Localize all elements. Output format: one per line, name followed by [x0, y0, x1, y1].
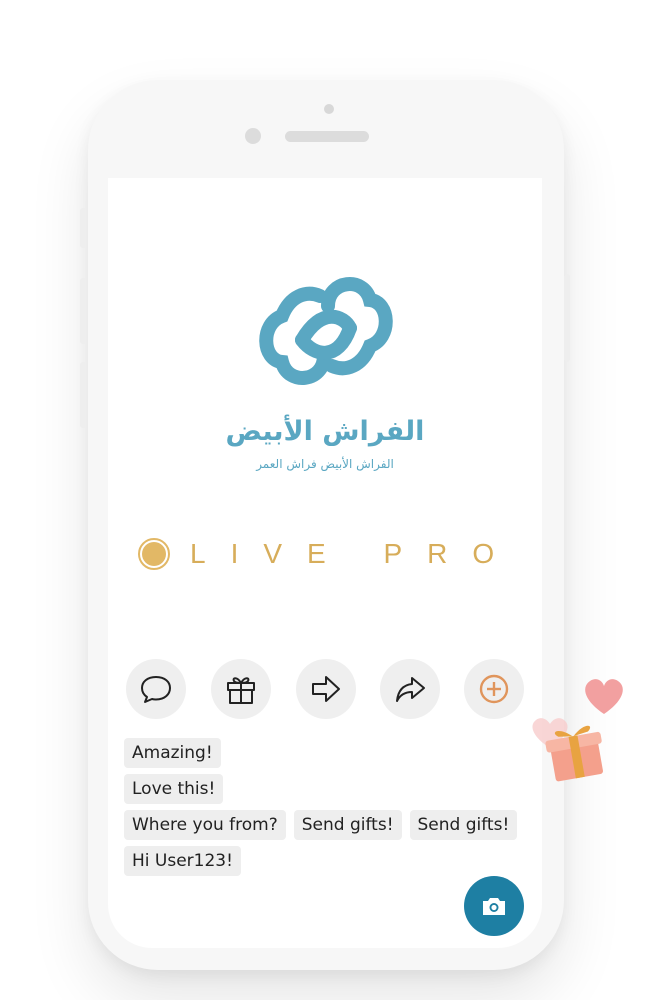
- share-button[interactable]: [380, 659, 440, 719]
- phone-screen: الفراش الأبيض الفراش الأبيض فراش العمر L…: [108, 178, 542, 948]
- chat-feed: Amazing! Love this! Where you from? Send…: [124, 738, 534, 882]
- live-indicator-icon: [138, 538, 170, 570]
- share-icon: [396, 677, 425, 702]
- reaction-decorations: [532, 679, 623, 782]
- volume-button: [80, 208, 86, 248]
- camera-button[interactable]: [464, 876, 524, 936]
- add-button[interactable]: [464, 659, 524, 719]
- gift-icon: [227, 677, 255, 704]
- chat-message: Hi User123!: [124, 846, 241, 876]
- power-button: [564, 274, 570, 362]
- chat-message: Amazing!: [124, 738, 221, 768]
- live-badge: LIVE PRO: [138, 538, 519, 570]
- comment-button[interactable]: [126, 659, 186, 719]
- live-label: LIVE PRO: [190, 538, 520, 569]
- volume-up-button: [80, 278, 86, 344]
- camera-icon: [483, 898, 505, 915]
- chat-message: Send gifts!: [409, 810, 518, 840]
- forward-button[interactable]: [296, 659, 356, 719]
- volume-down-button: [80, 362, 86, 428]
- chat-message: Love this!: [124, 774, 224, 804]
- front-sensor: [324, 104, 334, 114]
- heart-icon: [585, 679, 623, 714]
- add-circle-icon: [479, 674, 509, 704]
- arrow-right-icon: [312, 676, 340, 702]
- earpiece-speaker: [285, 131, 369, 142]
- action-bar: [126, 659, 526, 719]
- chat-message: Where you from?: [124, 810, 286, 840]
- front-camera: [245, 128, 261, 144]
- brand-subtitle: الفراش الأبيض فراش العمر: [256, 457, 394, 471]
- cloud-infinity-logo-icon: [259, 277, 393, 385]
- brand-title: الفراش الأبيض: [225, 416, 425, 447]
- chat-bubble-icon: [141, 676, 171, 703]
- gift-button[interactable]: [211, 659, 271, 719]
- chat-message: Send gifts!: [293, 810, 402, 840]
